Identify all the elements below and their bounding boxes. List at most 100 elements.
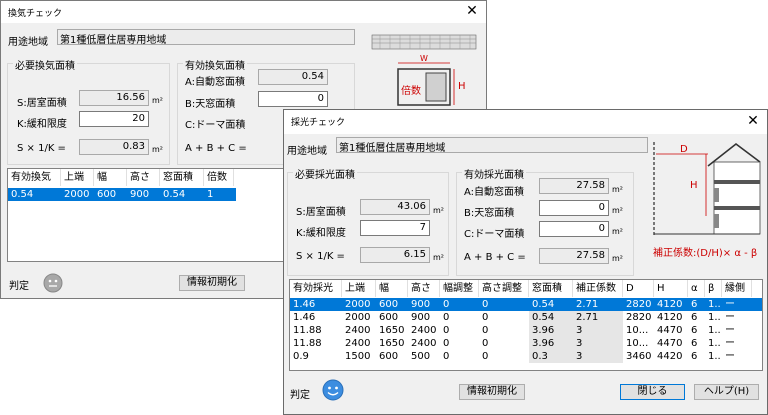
- table-cell: 0: [482, 351, 489, 362]
- table-cell: 4470: [657, 325, 683, 336]
- formula-label: S × 1/K =: [296, 251, 345, 262]
- table-cell: 3: [573, 337, 623, 350]
- skylight-input[interactable]: 0: [539, 200, 609, 216]
- relax-limit-input[interactable]: 7: [360, 220, 430, 236]
- skylight-value: 0: [317, 93, 324, 104]
- table-cell: 11.88: [293, 325, 322, 336]
- table-cell: 0: [443, 299, 450, 310]
- table-cell: 1..: [708, 338, 721, 349]
- judge-face-icon: [43, 273, 63, 293]
- table-cell: 1..: [708, 325, 721, 336]
- usage-label: 用途地域: [8, 37, 48, 48]
- table-cell: 0: [443, 325, 450, 336]
- column-header: 窓面積: [160, 169, 204, 186]
- height-label: H: [458, 81, 466, 92]
- table-cell: 0: [443, 312, 450, 323]
- relax-limit-input[interactable]: 20: [79, 111, 149, 127]
- height-label: H: [690, 180, 698, 191]
- table-row[interactable]: 11.88 2400 1650 2400 0 0 3.96 3 10... 44…: [290, 337, 762, 350]
- table-cell: 0.54: [532, 299, 555, 310]
- auto-window-field: 27.58: [539, 178, 609, 194]
- usage-value: 第1種低層住居専用地域: [339, 143, 446, 154]
- floor-area-field: 43.06: [360, 199, 430, 215]
- table-cell: 1..: [708, 299, 721, 310]
- sum-label: A + B + C =: [464, 252, 526, 263]
- column-header: 上端: [342, 280, 376, 297]
- lighting-table[interactable]: 有効採光 上端 幅 高さ 幅調整 高さ調整 窓面積 補正係数 D H α β 縁…: [289, 279, 763, 371]
- table-cell: 1650: [379, 338, 405, 349]
- table-cell: 2400: [345, 325, 371, 336]
- close-button-label: 閉じる: [637, 386, 668, 397]
- table-cell: 0: [443, 351, 450, 362]
- table-cell: ー: [725, 351, 735, 362]
- table-cell: ー: [725, 299, 735, 310]
- column-header: 窓面積: [529, 280, 573, 297]
- table-row[interactable]: 11.88 2400 1650 2400 0 0 3.96 3 10... 44…: [290, 324, 762, 337]
- table-cell: 10...: [626, 325, 649, 336]
- table-cell: 4420: [657, 351, 683, 362]
- unit-label: m²: [152, 145, 163, 154]
- table-row[interactable]: 1.46 2000 600 900 0 0 0.54 2.71 2820 412…: [290, 298, 762, 311]
- help-button[interactable]: ヘルプ(H): [694, 384, 759, 400]
- table-cell: 900: [411, 299, 431, 310]
- table-cell: 2.71: [576, 299, 599, 310]
- table-cell: ー: [725, 325, 735, 336]
- judge-label: 判定: [290, 390, 310, 401]
- formula-value: 0.83: [122, 141, 145, 152]
- dormer-value: 0: [598, 223, 605, 234]
- unit-label: m²: [612, 206, 623, 215]
- table-cell: 900: [130, 189, 150, 200]
- table-row[interactable]: 0.9 1500 600 500 0 0 0.3 3 3460 4420 6 1…: [290, 350, 762, 363]
- unit-label: m²: [433, 253, 444, 262]
- relax-limit-value: 20: [132, 113, 145, 124]
- table-cell: 0.54: [11, 189, 34, 200]
- multiple-label: 倍数: [401, 86, 421, 97]
- column-header: 高さ: [127, 169, 160, 186]
- table-cell: 2.71: [573, 311, 623, 324]
- judge-face-icon: [322, 379, 344, 401]
- close-button[interactable]: 閉じる: [620, 384, 685, 400]
- table-cell: 0.3: [529, 350, 573, 363]
- init-info-button[interactable]: 情報初期化: [179, 275, 245, 291]
- column-header: 高さ: [408, 280, 440, 297]
- formula-label: S × 1/K =: [17, 143, 66, 154]
- table-cell: 0.54: [529, 311, 573, 324]
- unit-label: m²: [612, 227, 623, 236]
- unit-label: m²: [433, 206, 444, 215]
- unit-label: m²: [612, 254, 623, 263]
- table-cell: ー: [725, 312, 735, 323]
- auto-window-value: 27.58: [576, 180, 605, 191]
- formula-field: 6.15: [360, 247, 430, 263]
- relax-limit-label: K:緩和限度: [296, 228, 346, 239]
- close-icon[interactable]: ✕: [464, 3, 480, 19]
- building-section-graphic: [653, 142, 761, 236]
- skylight-input[interactable]: 0: [258, 91, 328, 107]
- table-cell: 6: [691, 338, 698, 349]
- init-info-button[interactable]: 情報初期化: [459, 384, 525, 400]
- table-cell: 900: [411, 312, 431, 323]
- correction-coefficient-label: 補正係数:(D/H)× α - β: [653, 248, 758, 259]
- init-info-label: 情報初期化: [187, 277, 237, 288]
- usage-field: 第1種低層住居専用地域: [336, 137, 648, 154]
- table-cell: 0: [482, 338, 489, 349]
- table-cell: ー: [725, 338, 735, 349]
- table-row[interactable]: 0.54 2000 600 900 0.54 1: [8, 188, 236, 201]
- window-figure: W H 倍数: [370, 33, 478, 119]
- table-cell: 1..: [708, 312, 721, 323]
- building-section-figure: D H: [652, 140, 762, 238]
- table-cell: 10...: [626, 338, 649, 349]
- close-icon[interactable]: ✕: [745, 113, 761, 129]
- table-cell: 0: [482, 325, 489, 336]
- floor-area-label: S:居室面積: [296, 207, 346, 218]
- column-header: 縁側: [722, 280, 752, 297]
- table-cell: 600: [379, 312, 399, 323]
- table-cell: 1: [207, 189, 214, 200]
- table-row[interactable]: 1.46 2000 600 900 0 0 0.54 2.71 2820 412…: [290, 311, 762, 324]
- column-header: α: [688, 280, 705, 297]
- dormer-input[interactable]: 0: [539, 221, 609, 237]
- table-cell: 3.96: [529, 337, 573, 350]
- dormer-label: C:ドーマ面積: [464, 229, 525, 240]
- ventilation-title: 換気チェック: [8, 9, 63, 19]
- table-cell: 3: [573, 350, 623, 363]
- relax-limit-label: K:緩和限度: [17, 119, 67, 130]
